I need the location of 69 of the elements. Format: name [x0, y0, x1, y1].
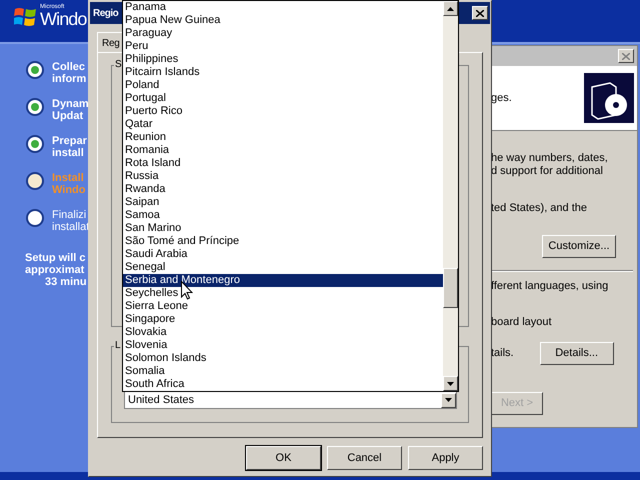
- step-label: Updat: [52, 110, 84, 122]
- list-item[interactable]: Reunion: [123, 131, 443, 144]
- list-item[interactable]: Puerto Rico: [123, 105, 443, 118]
- list-item[interactable]: Pitcairn Islands: [123, 66, 443, 79]
- list-item[interactable]: Slovakia: [123, 326, 443, 339]
- list-item[interactable]: Papua New Guinea: [123, 14, 443, 27]
- list-item[interactable]: Solomon Islands: [123, 352, 443, 365]
- step-label: installat: [52, 221, 90, 233]
- estimate-text: 33 minu: [45, 276, 87, 288]
- step-label: Prepar: [52, 135, 87, 147]
- list-item[interactable]: South Africa: [123, 378, 443, 391]
- up-arrow-icon: [447, 6, 454, 10]
- step-label: Dynam: [52, 98, 89, 110]
- list-item[interactable]: Rwanda: [123, 183, 443, 196]
- close-button[interactable]: [472, 6, 488, 20]
- description-text: he way numbers, dates,: [491, 152, 609, 165]
- software-box-icon: [584, 73, 634, 123]
- list-item[interactable]: Poland: [123, 79, 443, 92]
- close-icon: [476, 10, 484, 16]
- description-text: ted States), and the: [491, 202, 588, 215]
- list-item[interactable]: Somalia: [123, 365, 443, 378]
- scroll-up-button[interactable]: [443, 1, 458, 16]
- logo-text: Windo: [40, 10, 87, 28]
- step-label: Install: [52, 172, 85, 184]
- estimate-text: approximat: [25, 264, 84, 276]
- dialog-button[interactable]: Cancel: [327, 446, 402, 470]
- details-button[interactable]: Details...: [540, 342, 614, 365]
- description-text: fferent languages, using: [491, 280, 610, 293]
- list-item[interactable]: Saipan: [123, 196, 443, 209]
- description-text: tails.: [491, 347, 514, 360]
- customize-button[interactable]: Customize...: [542, 235, 616, 258]
- list-item[interactable]: Romania: [123, 144, 443, 157]
- step-label: inform: [52, 73, 86, 85]
- scrollbar[interactable]: [443, 1, 458, 391]
- list-item[interactable]: Senegal: [123, 261, 443, 274]
- dialog-button[interactable]: OK: [246, 446, 321, 470]
- dialog-button[interactable]: Apply: [408, 446, 483, 470]
- estimate-text: Setup will c: [25, 252, 86, 264]
- close-icon: [622, 52, 630, 60]
- step-label: Windo: [52, 184, 86, 196]
- list-item[interactable]: Sierra Leone: [123, 300, 443, 313]
- combo-value: United States: [128, 392, 194, 408]
- dialog-title: Regio: [93, 6, 118, 20]
- country-combo[interactable]: United States: [124, 391, 457, 409]
- list-item[interactable]: Samoa: [123, 209, 443, 222]
- list-item[interactable]: Portugal: [123, 92, 443, 105]
- list-item[interactable]: Seychelles: [123, 287, 443, 300]
- dropdown-arrow-button[interactable]: [441, 392, 456, 408]
- list-item[interactable]: Philippines: [123, 53, 443, 66]
- close-button[interactable]: [618, 49, 634, 63]
- scroll-thumb[interactable]: [443, 268, 458, 308]
- list-item[interactable]: Saudi Arabia: [123, 248, 443, 261]
- header-text: ges.: [491, 90, 512, 106]
- list-item[interactable]: São Tomé and Príncipe: [123, 235, 443, 248]
- down-arrow-icon: [445, 398, 452, 402]
- step-label: install: [52, 147, 85, 159]
- list-item[interactable]: Russia: [123, 170, 443, 183]
- list-item[interactable]: Qatar: [123, 118, 443, 131]
- scroll-down-button[interactable]: [443, 376, 458, 391]
- list-item[interactable]: Panama: [123, 1, 443, 14]
- step-label: Collec: [52, 61, 86, 73]
- list-item[interactable]: Slovenia: [123, 339, 443, 352]
- list-item[interactable]: Serbia and Montenegro: [123, 274, 443, 287]
- list-item[interactable]: San Marino: [123, 222, 443, 235]
- list-item[interactable]: Rota Island: [123, 157, 443, 170]
- windows-flag-icon: [14, 6, 38, 28]
- step-label: Finalizi: [52, 209, 88, 221]
- down-arrow-icon: [447, 382, 454, 386]
- list-item[interactable]: Singapore: [123, 313, 443, 326]
